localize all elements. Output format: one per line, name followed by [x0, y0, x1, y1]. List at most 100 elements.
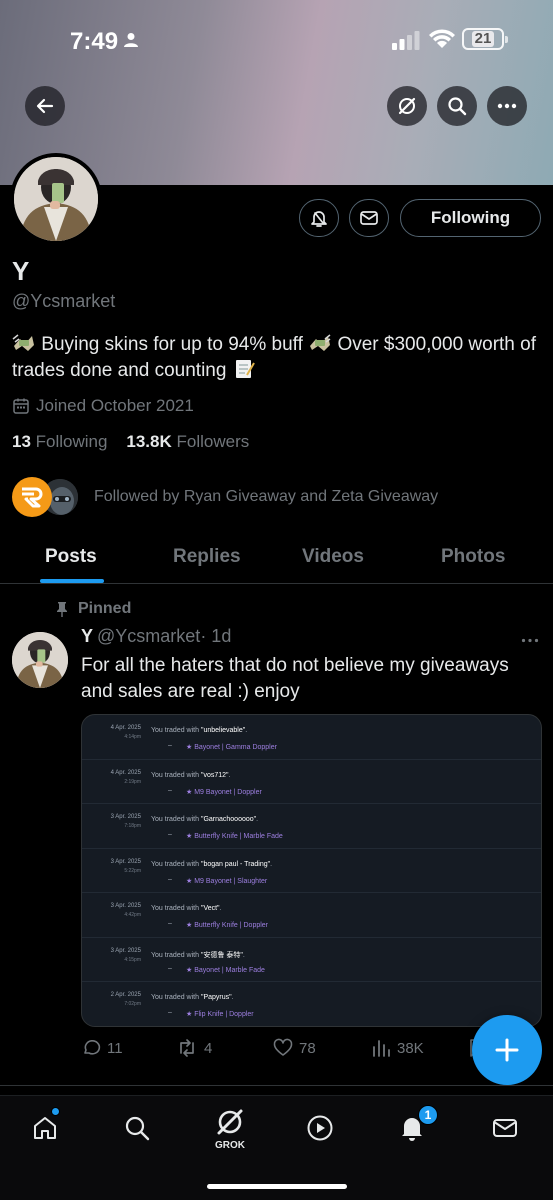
trade-row: 3 Apr. 2025 5:22pm You traded with "boga…: [82, 849, 541, 893]
profile-avatar[interactable]: [10, 153, 102, 245]
search-button[interactable]: [437, 86, 477, 126]
post-author-handle[interactable]: @Ycsmarket: [97, 626, 200, 646]
trade-partner-name: "安德鲁 泰特": [200, 951, 243, 959]
trade-prefix: You traded with: [151, 860, 201, 868]
battery-level: 21: [471, 31, 495, 47]
active-tab-indicator: [40, 579, 104, 583]
grok-analyze-button[interactable]: [387, 86, 427, 126]
trade-dash: –: [168, 875, 172, 883]
trade-dash: –: [168, 920, 172, 927]
trade-time: 2:19pm: [124, 778, 141, 785]
avatar-photo: [14, 157, 98, 241]
back-button[interactable]: [25, 86, 65, 126]
notifications-settings-button[interactable]: [299, 199, 339, 237]
trade-item: ★ M9 Bayonet | Slaughter: [186, 877, 268, 885]
followers-label: Followers: [176, 432, 250, 451]
plus-icon: [495, 1038, 519, 1062]
followed-by[interactable]: Followed by Ryan Giveaway and Zeta Givea…: [12, 475, 438, 519]
battery-icon: 21: [462, 28, 508, 50]
status-time: 7:49: [70, 28, 119, 55]
reply-button[interactable]: 11: [81, 1038, 123, 1058]
post-more-button[interactable]: [521, 627, 539, 648]
post-age[interactable]: · 1d: [200, 626, 231, 646]
trade-date: 4 Apr. 2025: [110, 769, 141, 776]
repost-count: 4: [204, 1039, 213, 1057]
grok-label: GROK: [215, 1140, 245, 1151]
following-count: 13: [12, 432, 31, 451]
trade-time: 4:14pm: [124, 734, 141, 740]
trade-prefix: You traded with: [151, 727, 201, 734]
views-button[interactable]: 38K: [371, 1038, 424, 1058]
more-options-button[interactable]: [487, 86, 527, 126]
nav-search[interactable]: [119, 1110, 155, 1146]
tab-photos[interactable]: Photos: [441, 546, 505, 568]
more-horizontal-icon: [497, 103, 517, 109]
avatar-photo: [12, 632, 68, 688]
trade-item: ★ Bayonet | Gamma Doppler: [186, 744, 277, 751]
post-actions: 11 4 78 38K: [81, 1038, 511, 1062]
trade-item: ★ M9 Bayonet | Doppler: [186, 788, 262, 796]
trade-partner: You traded with "Vect".: [151, 905, 222, 912]
following-link[interactable]: 13 Following: [12, 432, 107, 451]
nav-grok[interactable]: [212, 1104, 248, 1140]
cellular-signal-icon: [392, 31, 420, 50]
grok-icon: [217, 1109, 243, 1135]
trade-partner-name: "unbelievable": [200, 727, 246, 734]
trade-prefix: You traded with: [151, 771, 201, 779]
follower-avatar-ryan: [12, 477, 52, 517]
tab-replies[interactable]: Replies: [173, 546, 241, 568]
trade-dash: –: [168, 831, 172, 838]
repost-icon: [180, 1039, 194, 1057]
search-icon: [448, 97, 467, 116]
profile-name: Y: [12, 256, 30, 286]
mail-icon: [360, 211, 378, 225]
trade-row: 3 Apr. 2025 7:18pm You traded with "Garn…: [82, 804, 541, 849]
trade-partner: You traded with "unbelievable".: [151, 727, 248, 734]
trade-row: 2 Apr. 2025 7:02pm You traded with "Papy…: [82, 982, 541, 1026]
joined-date: Joined October 2021: [12, 396, 194, 416]
search-icon: [125, 1116, 150, 1141]
nav-video[interactable]: [302, 1110, 338, 1146]
trade-prefix: You traded with: [151, 951, 201, 959]
post-text: For all the haters that do not believe m…: [81, 655, 509, 702]
post-image-trade-history[interactable]: 4 Apr. 2025 4:14pm You traded with "unbe…: [81, 714, 542, 1027]
trade-partner-name: "Papyrus": [200, 994, 232, 1001]
trade-partner: You traded with "安德鲁 泰特".: [151, 951, 245, 959]
joined-text: Joined October 2021: [36, 396, 194, 415]
trade-item: ★ Butterfly Knife | Marble Fade: [186, 833, 283, 840]
post-author-avatar[interactable]: [12, 632, 68, 688]
trade-partner: You traded with "vos712".: [151, 771, 231, 779]
compose-post-button[interactable]: [472, 1015, 542, 1085]
profile-tabs: Posts Replies Videos Photos: [0, 536, 553, 584]
trade-row: 4 Apr. 2025 4:14pm You traded with "unbe…: [82, 715, 541, 760]
trade-item: ★ Flip Knife | Doppler: [186, 1011, 254, 1018]
trade-dash: –: [168, 964, 172, 972]
home-indicator: [207, 1184, 347, 1189]
like-button[interactable]: 78: [273, 1038, 316, 1058]
wifi-icon: [429, 29, 455, 48]
message-button[interactable]: [349, 199, 389, 237]
following-button[interactable]: Following: [400, 199, 541, 237]
heart-icon: [273, 1038, 293, 1056]
tab-posts[interactable]: Posts: [45, 546, 97, 568]
play-circle-icon: [307, 1115, 333, 1141]
trade-partner: You traded with "Papyrus".: [151, 994, 234, 1001]
memo-icon: [235, 360, 255, 378]
nav-messages[interactable]: [487, 1110, 523, 1146]
post-author-name[interactable]: Y: [81, 626, 93, 646]
home-icon: [34, 1117, 56, 1139]
post-divider: [0, 1085, 553, 1086]
trade-partner-name: "vos712": [200, 771, 229, 779]
trade-row: 4 Apr. 2025 2:19pm You traded with "vos7…: [82, 760, 541, 804]
like-count: 78: [299, 1039, 316, 1057]
trade-item: ★ Butterfly Knife | Doppler: [186, 922, 269, 929]
followers-link[interactable]: 13.8K Followers: [126, 432, 249, 451]
repost-button[interactable]: 4: [176, 1038, 212, 1058]
tab-videos[interactable]: Videos: [302, 546, 364, 568]
trade-row: 3 Apr. 2025 4:15pm You traded with "安德鲁 …: [82, 938, 541, 982]
trade-date: 3 Apr. 2025: [110, 814, 141, 820]
pinned-indicator: Pinned: [56, 600, 131, 618]
trade-row: 3 Apr. 2025 4:42pm You traded with "Vect…: [82, 893, 541, 938]
trade-partner: You traded with "Garnachoooooo".: [151, 816, 259, 823]
r-logo-icon: [22, 487, 43, 508]
